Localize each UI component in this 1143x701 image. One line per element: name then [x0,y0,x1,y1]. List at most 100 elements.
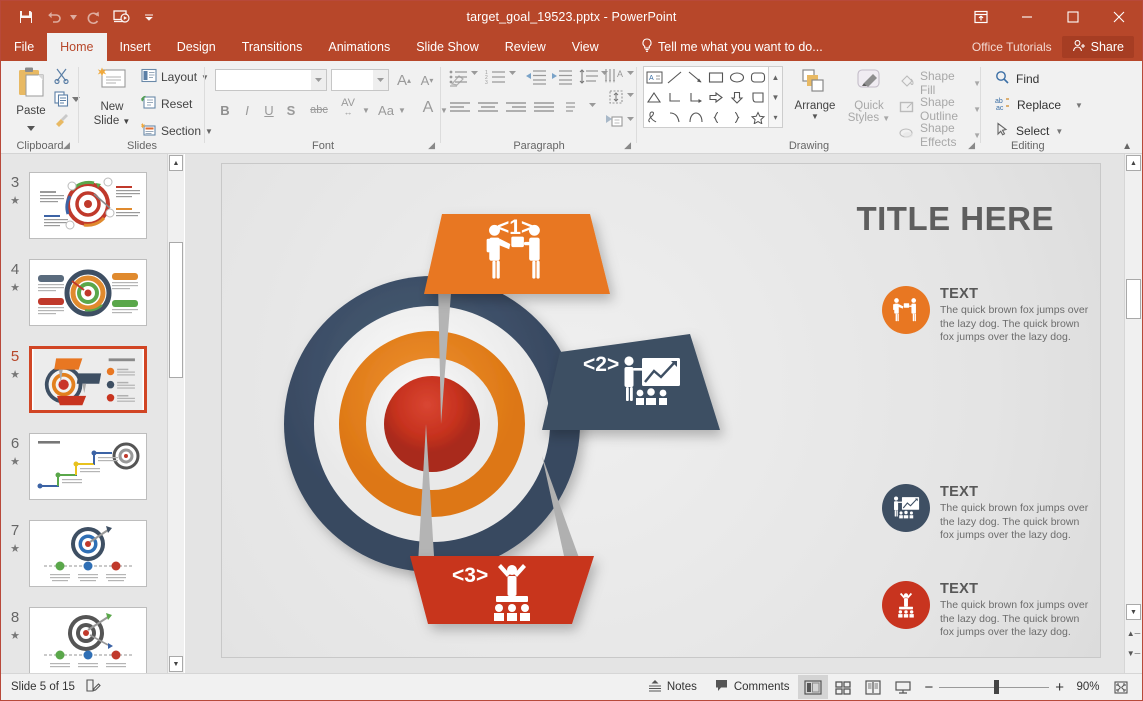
list-item[interactable]: 8 ★ [1,607,167,673]
tab-insert[interactable]: Insert [107,33,164,61]
reading-view-button[interactable] [858,675,888,699]
customize-qat-icon[interactable] [136,4,162,30]
select-button[interactable]: Select ▼ [995,122,1063,140]
quick-styles-button[interactable]: Quick Styles ▼ [843,67,895,124]
slide-thumbnail-7[interactable] [29,520,147,587]
user-name[interactable]: Office Tutorials [962,40,1062,54]
start-presentation-icon[interactable] [108,4,134,30]
shapes-scroll-up-icon[interactable]: ▲ [772,67,780,87]
fit-to-window-button[interactable] [1106,675,1136,699]
bold-button[interactable]: B [215,99,235,121]
ribbon-display-options-icon[interactable] [958,1,1004,33]
slideshow-view-button[interactable] [888,675,918,699]
shapes-gallery[interactable]: A [643,66,769,128]
copy-button[interactable] [53,89,80,107]
smartart-dropdown-icon[interactable] [627,117,634,121]
font-dialog-launcher[interactable]: ◢ [428,140,435,151]
align-right-button[interactable] [505,101,527,115]
new-slide-dropdown-icon[interactable]: ▼ [122,117,130,126]
replace-dropdown-icon[interactable]: ▼ [1075,101,1083,110]
shape-rounded-rectangle-icon[interactable] [747,67,768,87]
slide-sorter-view-button[interactable] [828,675,858,699]
tab-file[interactable]: File [1,33,47,61]
notes-button[interactable]: Notes [639,675,706,699]
strikethrough-button[interactable]: abc [305,99,333,121]
numbering-dropdown-icon[interactable] [509,71,516,75]
zoom-level[interactable]: 90% [1070,681,1106,693]
tab-home[interactable]: Home [47,33,107,61]
notes-page-icon[interactable] [85,678,101,696]
list-item[interactable]: 3 ★ [1,172,167,239]
columns-dropdown-icon[interactable] [589,103,596,107]
page-title[interactable]: TITLE HERE [856,200,1054,238]
shape-down-arrow-icon[interactable] [727,87,748,107]
text-block-2[interactable]: TEXT The quick brown fox jumps over the … [882,484,1100,543]
bullets-dropdown-icon[interactable] [471,71,478,75]
shape-line-icon[interactable] [665,67,686,87]
shape-elbow-arrow-icon[interactable] [685,87,706,107]
tab-design[interactable]: Design [164,33,229,61]
list-item[interactable]: 4 ★ [1,259,167,326]
shape-rectangle-icon[interactable] [706,67,727,87]
shapes-more-icon[interactable]: ▾ [773,107,777,127]
find-button[interactable]: Find [995,70,1039,88]
scroll-up-icon[interactable]: ▲ [1126,155,1141,171]
paste-button[interactable]: Paste [9,65,53,136]
slide-thumbnail-8[interactable] [29,607,147,673]
clipboard-dialog-launcher[interactable]: ◢ [63,140,70,151]
text-block-1[interactable]: TEXT The quick brown fox jumps over the … [882,286,1100,345]
slide-thumbnail-5[interactable] [29,346,147,413]
paragraph-dialog-launcher[interactable]: ◢ [624,140,631,151]
align-text-dropdown-icon[interactable] [627,93,634,97]
shapes-scroll-down-icon[interactable]: ▼ [772,87,780,107]
tab-animations[interactable]: Animations [315,33,403,61]
font-size-input[interactable] [331,69,389,91]
scroll-down-icon[interactable]: ▼ [1126,604,1141,620]
next-slide-icon[interactable]: ▼─ [1126,646,1141,660]
shape-flowchart-icon[interactable] [747,87,768,107]
collapse-ribbon-button[interactable]: ▲ [1122,141,1132,152]
zoom-slider-handle[interactable] [994,680,1000,694]
shape-oval-icon[interactable] [727,67,748,87]
increase-font-size-button[interactable]: A ▴ [393,69,415,91]
align-center-button[interactable] [477,101,499,115]
slide-indicator[interactable]: Slide 5 of 15 [11,681,75,693]
columns-button[interactable] [565,101,585,115]
minimize-icon[interactable] [1004,1,1050,33]
line-spacing-button[interactable] [579,69,599,85]
previous-slide-icon[interactable]: ▲─ [1126,626,1141,640]
text-block-3[interactable]: TEXT The quick brown fox jumps over the … [882,581,1100,640]
section-button[interactable]: Section ▼ [141,122,213,140]
tab-view[interactable]: View [559,33,612,61]
redo-icon[interactable] [80,4,106,30]
close-icon[interactable] [1096,1,1142,33]
slide-thumbnail-3[interactable] [29,172,147,239]
decrease-indent-button[interactable] [525,69,547,85]
shape-fill-button[interactable]: Shape Fill ▼ [899,69,981,97]
editor-scrollbar[interactable]: ▲ ▼ ▲─ ▼─ [1124,154,1142,673]
maximize-icon[interactable] [1050,1,1096,33]
zoom-out-button[interactable]: − [918,675,939,699]
shape-right-arrow-icon[interactable] [706,87,727,107]
scroll-up-icon[interactable]: ▲ [169,155,183,171]
arrange-dropdown-icon[interactable]: ▼ [811,112,819,121]
list-item[interactable]: 6 ★ [1,433,167,500]
chevron-down-icon[interactable] [373,70,388,90]
text-direction-dropdown-icon[interactable] [627,71,634,75]
scrollbar-thumb[interactable] [1126,279,1141,319]
slide-canvas[interactable]: TITLE HERE <1> <2> <3> TEXT The quick br… [221,163,1101,658]
shapes-gallery-scrollbar[interactable]: ▲ ▼ ▾ [769,66,783,128]
shape-curve-icon[interactable] [665,107,686,127]
convert-to-smartart-button[interactable] [605,113,625,129]
arrange-button[interactable]: Arrange ▼ [789,67,841,121]
undo-icon[interactable] [41,4,67,30]
justify-button[interactable] [533,101,555,115]
reset-button[interactable]: Reset [141,95,192,113]
tab-transitions[interactable]: Transitions [229,33,316,61]
tell-me-search[interactable]: Tell me what you want to do... [641,33,823,61]
character-spacing-button[interactable]: AV ↔ [335,97,361,119]
share-button[interactable]: Share [1061,36,1134,58]
normal-view-button[interactable] [798,675,829,699]
undo-dropdown-icon[interactable] [69,4,78,30]
shape-left-brace-icon[interactable] [706,107,727,127]
